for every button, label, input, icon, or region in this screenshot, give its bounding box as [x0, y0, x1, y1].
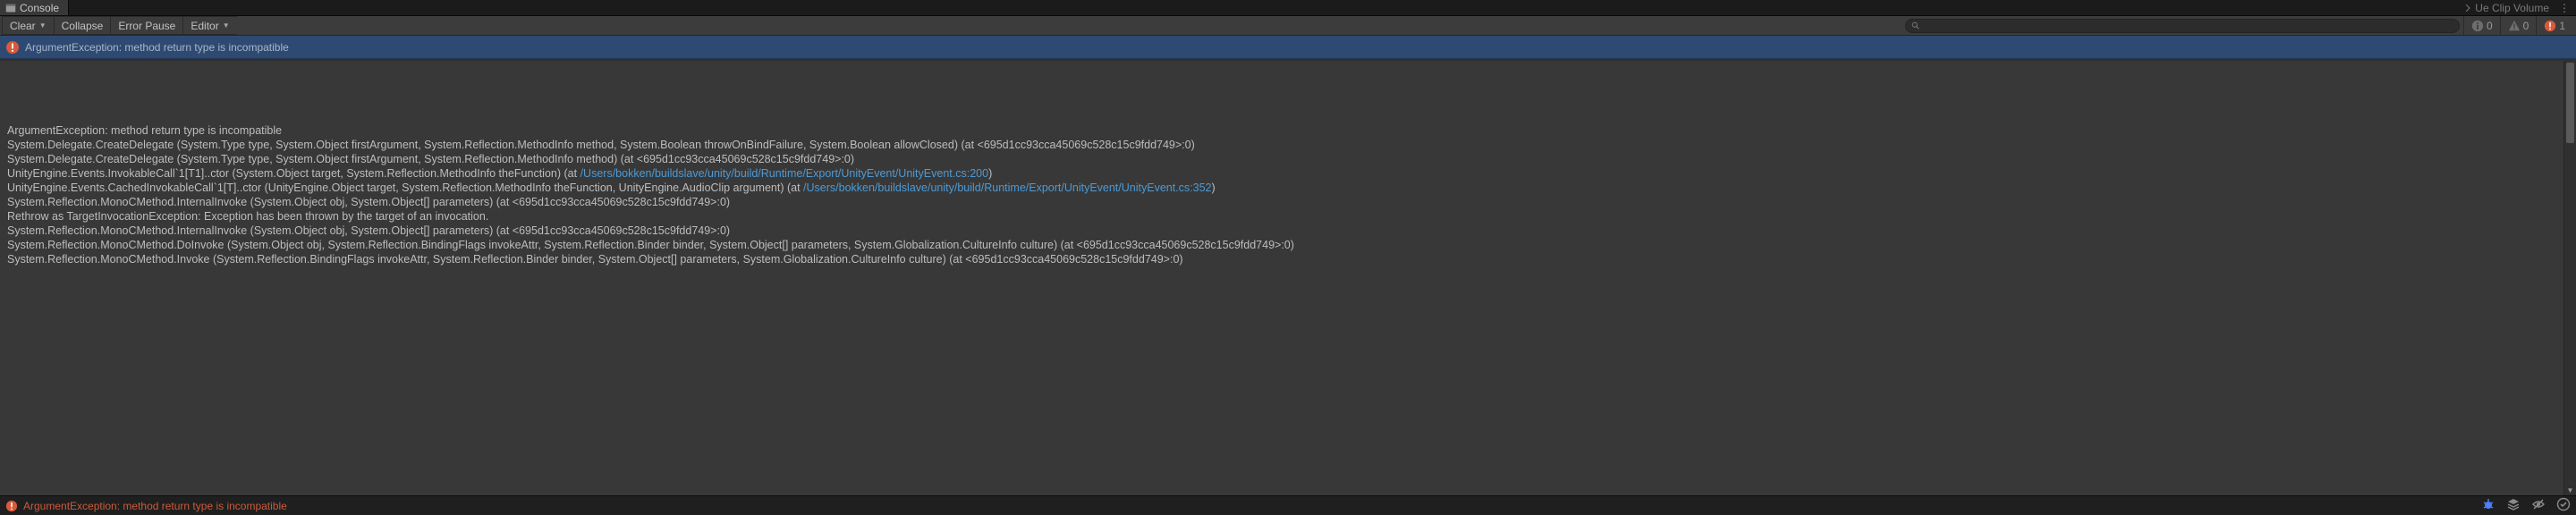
tab-right-ghost-label: Ue Clip Volume	[2475, 2, 2549, 14]
filter-error-count: 1	[2559, 20, 2565, 32]
vertical-scrollbar[interactable]: ▼	[2563, 61, 2576, 495]
search-input[interactable]	[1905, 19, 2460, 33]
filter-warn-count: 0	[2523, 20, 2529, 32]
tab-console[interactable]: Console	[0, 0, 69, 15]
check-circle-icon[interactable]	[2556, 497, 2571, 514]
trace-line: )	[1212, 182, 1216, 194]
clear-label: Clear	[10, 20, 36, 32]
trace-line: System.Reflection.MonoCMethod.DoInvoke (…	[7, 239, 1294, 251]
chevron-right-icon	[2464, 4, 2471, 12]
log-row-message: ArgumentException: method return type is…	[25, 41, 289, 54]
trace-line: Rethrow as TargetInvocationException: Ex…	[7, 210, 488, 223]
collapse-toggle[interactable]: Collapse	[54, 16, 111, 35]
layers-icon[interactable]	[2506, 497, 2521, 514]
debug-icon[interactable]	[2481, 497, 2496, 514]
status-right	[2481, 497, 2571, 514]
trace-line: System.Delegate.CreateDelegate (System.T…	[7, 153, 854, 165]
log-list: ArgumentException: method return type is…	[0, 36, 2576, 61]
scroll-down-icon[interactable]: ▼	[2564, 485, 2576, 495]
console-icon	[5, 3, 16, 13]
stack-trace[interactable]: ArgumentException: method return type is…	[0, 61, 2576, 274]
error-icon	[5, 40, 20, 55]
status-message[interactable]: ArgumentException: method return type is…	[23, 500, 287, 512]
trace-line: UnityEngine.Events.CachedInvokableCall`1…	[7, 182, 803, 194]
warning-icon	[2508, 20, 2521, 32]
chevron-down-icon: ▼	[223, 21, 230, 30]
detail-pane: ArgumentException: method return type is…	[0, 61, 2576, 495]
editor-label: Editor	[191, 20, 218, 32]
error-pause-toggle[interactable]: Error Pause	[110, 16, 182, 35]
error-pause-label: Error Pause	[118, 20, 175, 32]
scrollbar-thumb[interactable]	[2566, 63, 2574, 143]
panel-menu-icon[interactable]: ⋮	[2559, 2, 2571, 14]
filter-info-toggle[interactable]: 0	[2463, 16, 2500, 36]
log-filters: 0 0 1	[2463, 16, 2572, 35]
trace-line: UnityEngine.Events.InvokableCall`1[T1]..…	[7, 167, 580, 180]
trace-line: System.Delegate.CreateDelegate (System.T…	[7, 139, 1195, 151]
tab-strip: Console Ue Clip Volume ⋮	[0, 0, 2576, 16]
tab-console-label: Console	[20, 2, 59, 14]
search-icon	[1911, 21, 1920, 30]
chevron-down-icon: ▼	[39, 21, 47, 30]
log-row[interactable]: ArgumentException: method return type is…	[0, 36, 2576, 59]
toolbar-spacer	[237, 16, 1902, 35]
info-icon	[2471, 20, 2484, 32]
console-toolbar: Clear ▼ Collapse Error Pause Editor ▼ 0 …	[0, 16, 2576, 36]
source-link[interactable]: /Users/bokken/buildslave/unity/build/Run…	[803, 182, 1211, 194]
error-icon	[2544, 20, 2556, 32]
trace-line: System.Reflection.MonoCMethod.InternalIn…	[7, 224, 730, 237]
collapse-label: Collapse	[62, 20, 104, 32]
filter-info-count: 0	[2487, 20, 2493, 32]
filter-error-toggle[interactable]: 1	[2536, 16, 2572, 36]
error-icon	[5, 500, 18, 512]
status-bar: ArgumentException: method return type is…	[0, 495, 2576, 515]
trace-line: System.Reflection.MonoCMethod.Invoke (Sy…	[7, 253, 1183, 266]
trace-line: )	[988, 167, 992, 180]
source-link[interactable]: /Users/bokken/buildslave/unity/build/Run…	[580, 167, 988, 180]
eye-off-icon[interactable]	[2531, 497, 2546, 514]
editor-dropdown[interactable]: Editor ▼	[182, 16, 236, 35]
filter-warn-toggle[interactable]: 0	[2500, 16, 2537, 36]
clear-button[interactable]: Clear ▼	[2, 16, 54, 35]
trace-line: ArgumentException: method return type is…	[7, 124, 282, 137]
trace-line: System.Reflection.MonoCMethod.InternalIn…	[7, 196, 730, 208]
